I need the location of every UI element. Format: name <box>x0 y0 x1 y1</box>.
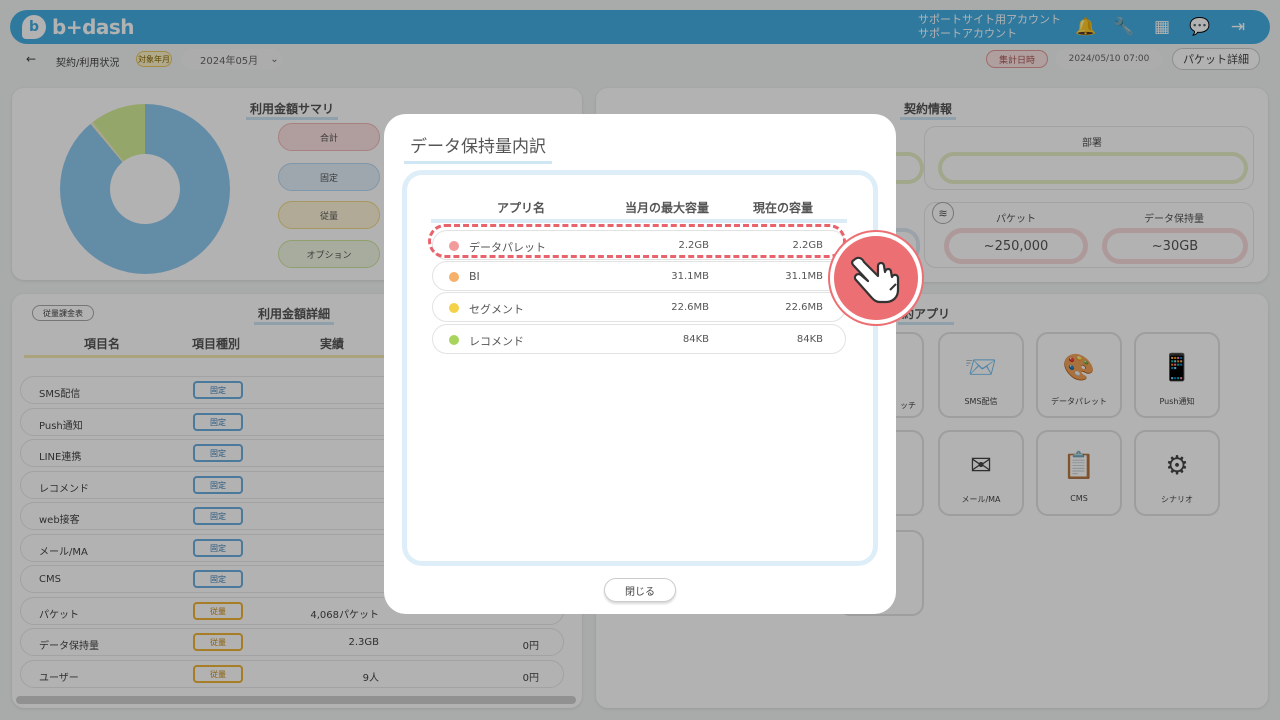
row-current: 22.6MB <box>785 302 823 313</box>
pointing-hand-svg <box>851 256 900 304</box>
row-color-dot <box>449 272 459 282</box>
row-max: 31.1MB <box>671 271 709 282</box>
highlight-outline <box>428 224 846 258</box>
row-max: 84KB <box>682 334 709 345</box>
modal-header-line <box>431 219 847 223</box>
modal-title: データ保持量内訳 <box>404 132 552 164</box>
row-color-dot <box>449 303 459 313</box>
modal-column-app: アプリ名 <box>497 201 546 215</box>
storage-breakdown-modal: データ保持量内訳 アプリ名 当月の最大容量 現在の容量 データパレット 2.2GB… <box>384 114 896 614</box>
modal-row[interactable]: セグメント 22.6MB 22.6MB <box>432 292 846 322</box>
modal-column-max: 当月の最大容量 <box>625 201 710 215</box>
row-app-name: セグメント <box>469 303 524 316</box>
pointing-hand-icon <box>830 232 922 324</box>
modal-row[interactable]: レコメンド 84KB 84KB <box>432 324 846 354</box>
row-app-name: BI <box>469 270 480 283</box>
row-current: 84KB <box>796 334 823 345</box>
row-current: 31.1MB <box>785 271 823 282</box>
modal-row[interactable]: BI 31.1MB 31.1MB <box>432 261 846 291</box>
row-color-dot <box>449 335 459 345</box>
row-app-name: レコメンド <box>469 335 524 348</box>
row-max: 22.6MB <box>671 302 709 313</box>
close-button[interactable]: 閉じる <box>604 578 676 602</box>
modal-column-current: 現在の容量 <box>753 201 814 215</box>
